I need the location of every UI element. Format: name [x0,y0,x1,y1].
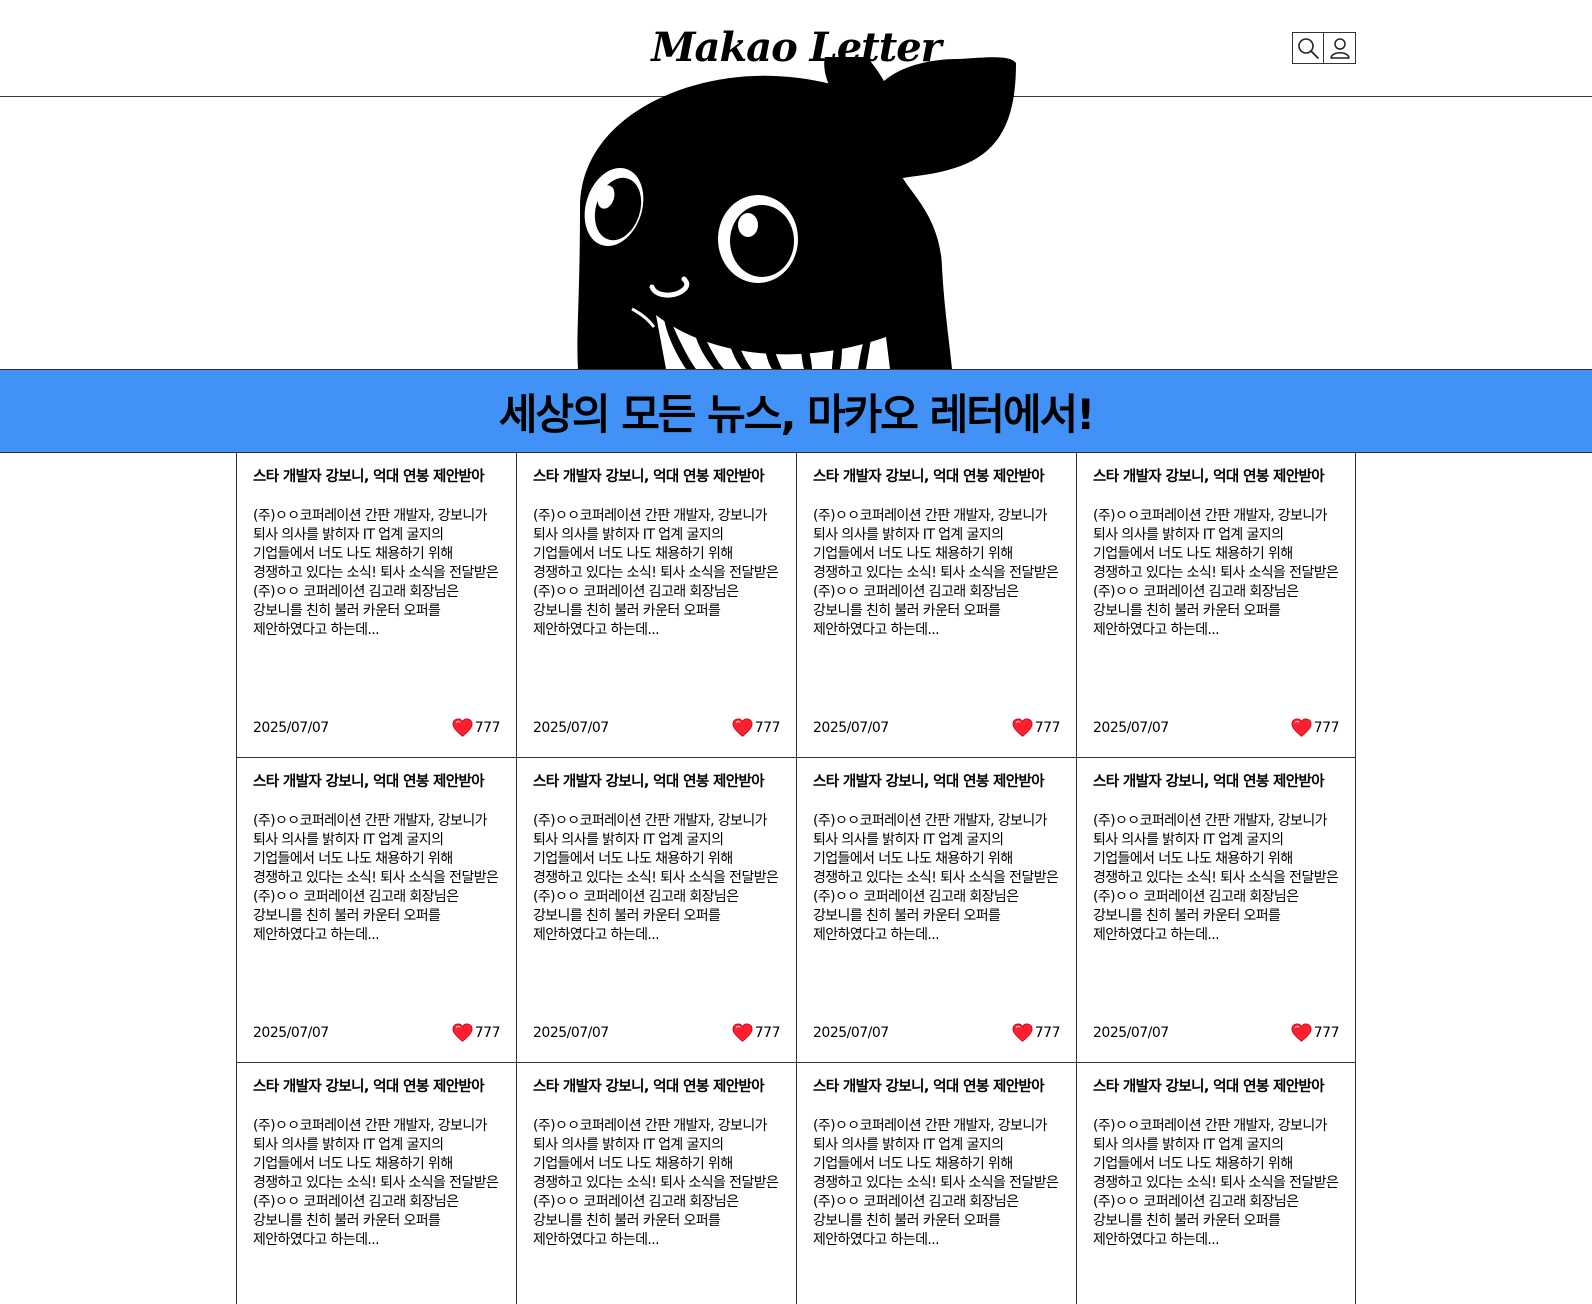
article-card[interactable]: 스타 개발자 강보니, 억대 연봉 제안받아 (주)ㅇㅇ코퍼레이션 간판 개발자,… [236,1063,516,1304]
article-footer: 2025/07/07 777 [253,717,501,739]
heart-icon [1291,1023,1312,1043]
article-title[interactable]: 스타 개발자 강보니, 억대 연봉 제안받아 [533,772,780,792]
article-card[interactable]: 스타 개발자 강보니, 억대 연봉 제안받아 (주)ㅇㅇ코퍼레이션 간판 개발자,… [1076,453,1356,758]
article-title[interactable]: 스타 개발자 강보니, 억대 연봉 제안받아 [253,1077,500,1097]
heart-icon [1012,718,1033,738]
hero-section [0,57,1592,369]
like-count: 777 [474,1025,501,1041]
article-date: 2025/07/07 [1093,720,1169,736]
search-icon [1298,38,1319,59]
like-count: 777 [1313,720,1340,736]
article-footer: 2025/07/07 777 [1093,717,1340,739]
article-title[interactable]: 스타 개발자 강보니, 억대 연봉 제안받아 [1093,467,1339,487]
like-count: 777 [1313,1025,1340,1041]
article-footer: 2025/07/07 777 [533,1022,781,1044]
article-card[interactable]: 스타 개발자 강보니, 억대 연봉 제안받아 (주)ㅇㅇ코퍼레이션 간판 개발자,… [236,453,516,758]
user-button[interactable] [1324,32,1356,64]
article-card[interactable]: 스타 개발자 강보니, 억대 연봉 제안받아 (주)ㅇㅇ코퍼레이션 간판 개발자,… [1076,758,1356,1063]
like-count: 777 [1034,1025,1061,1041]
article-title[interactable]: 스타 개발자 강보니, 억대 연봉 제안받아 [1093,1077,1339,1097]
article-footer: 2025/07/07 777 [813,1022,1061,1044]
article-title[interactable]: 스타 개발자 강보니, 억대 연봉 제안받아 [813,772,1060,792]
like-button[interactable]: 777 [732,1023,781,1043]
article-card[interactable]: 스타 개발자 강보니, 억대 연봉 제안받아 (주)ㅇㅇ코퍼레이션 간판 개발자,… [516,758,796,1063]
like-button[interactable]: 777 [452,718,501,738]
article-card[interactable]: 스타 개발자 강보니, 억대 연봉 제안받아 (주)ㅇㅇ코퍼레이션 간판 개발자,… [516,453,796,758]
article-footer: 2025/07/07 777 [533,717,781,739]
article-summary: (주)ㅇㅇ코퍼레이션 간판 개발자, 강보니가 퇴사 의사를 밝히자 IT 업계… [253,508,499,638]
article-date: 2025/07/07 [253,1025,329,1041]
like-count: 777 [1034,720,1061,736]
article-summary: (주)ㅇㅇ코퍼레이션 간판 개발자, 강보니가 퇴사 의사를 밝히자 IT 업계… [813,508,1059,638]
article-summary: (주)ㅇㅇ코퍼레이션 간판 개발자, 강보니가 퇴사 의사를 밝히자 IT 업계… [253,1118,499,1248]
heart-icon [1291,718,1312,738]
like-button[interactable]: 777 [1012,718,1061,738]
article-date: 2025/07/07 [533,720,609,736]
whale-mascot-icon [577,57,1016,369]
article-summary: (주)ㅇㅇ코퍼레이션 간판 개발자, 강보니가 퇴사 의사를 밝히자 IT 업계… [1093,813,1339,943]
article-card[interactable]: 스타 개발자 강보니, 억대 연봉 제안받아 (주)ㅇㅇ코퍼레이션 간판 개발자,… [796,453,1076,758]
article-summary: (주)ㅇㅇ코퍼레이션 간판 개발자, 강보니가 퇴사 의사를 밝히자 IT 업계… [1093,1118,1339,1248]
header-actions [1292,32,1356,64]
article-title[interactable]: 스타 개발자 강보니, 억대 연봉 제안받아 [533,467,780,487]
article-date: 2025/07/07 [1093,1025,1169,1041]
banner-headline: 세상의 모든 뉴스, 마카오 레터에서! [498,389,1096,439]
site-header: Makao Letter [0,0,1592,97]
article-summary: (주)ㅇㅇ코퍼레이션 간판 개발자, 강보니가 퇴사 의사를 밝히자 IT 업계… [533,1118,779,1248]
article-footer: 2025/07/07 777 [1093,1022,1340,1044]
like-button[interactable]: 777 [1291,1023,1340,1043]
article-summary: (주)ㅇㅇ코퍼레이션 간판 개발자, 강보니가 퇴사 의사를 밝히자 IT 업계… [813,1118,1059,1248]
like-count: 777 [474,720,501,736]
like-count: 777 [754,1025,781,1041]
article-date: 2025/07/07 [813,1025,889,1041]
like-count: 777 [754,720,781,736]
article-card[interactable]: 스타 개발자 강보니, 억대 연봉 제안받아 (주)ㅇㅇ코퍼레이션 간판 개발자,… [1076,1063,1356,1304]
article-card[interactable]: 스타 개발자 강보니, 억대 연봉 제안받아 (주)ㅇㅇ코퍼레이션 간판 개발자,… [236,758,516,1063]
article-title[interactable]: 스타 개발자 강보니, 억대 연봉 제안받아 [253,467,500,487]
article-summary: (주)ㅇㅇ코퍼레이션 간판 개발자, 강보니가 퇴사 의사를 밝히자 IT 업계… [1093,508,1339,638]
heart-icon [452,718,473,738]
like-button[interactable]: 777 [1012,1023,1061,1043]
article-summary: (주)ㅇㅇ코퍼레이션 간판 개발자, 강보니가 퇴사 의사를 밝히자 IT 업계… [813,813,1059,943]
article-title[interactable]: 스타 개발자 강보니, 억대 연봉 제안받아 [813,467,1060,487]
article-footer: 2025/07/07 777 [813,717,1061,739]
article-summary: (주)ㅇㅇ코퍼레이션 간판 개발자, 강보니가 퇴사 의사를 밝히자 IT 업계… [253,813,499,943]
article-card[interactable]: 스타 개발자 강보니, 억대 연봉 제안받아 (주)ㅇㅇ코퍼레이션 간판 개발자,… [796,1063,1076,1304]
heart-icon [452,1023,473,1043]
article-summary: (주)ㅇㅇ코퍼레이션 간판 개발자, 강보니가 퇴사 의사를 밝히자 IT 업계… [533,813,779,943]
article-title[interactable]: 스타 개발자 강보니, 억대 연봉 제안받아 [1093,772,1339,792]
like-button[interactable]: 777 [732,718,781,738]
article-date: 2025/07/07 [813,720,889,736]
article-card[interactable]: 스타 개발자 강보니, 억대 연봉 제안받아 (주)ㅇㅇ코퍼레이션 간판 개발자,… [516,1063,796,1304]
article-grid: 스타 개발자 강보니, 억대 연봉 제안받아 (주)ㅇㅇ코퍼레이션 간판 개발자,… [236,453,1356,1304]
heart-icon [732,718,753,738]
article-date: 2025/07/07 [253,720,329,736]
heart-icon [1012,1023,1033,1043]
like-button[interactable]: 777 [452,1023,501,1043]
article-card[interactable]: 스타 개발자 강보니, 억대 연봉 제안받아 (주)ㅇㅇ코퍼레이션 간판 개발자,… [796,758,1076,1063]
article-title[interactable]: 스타 개발자 강보니, 억대 연봉 제안받아 [253,772,500,792]
user-icon [1329,38,1350,59]
like-button[interactable]: 777 [1291,718,1340,738]
article-date: 2025/07/07 [533,1025,609,1041]
heart-icon [732,1023,753,1043]
article-footer: 2025/07/07 777 [253,1022,501,1044]
article-title[interactable]: 스타 개발자 강보니, 억대 연봉 제안받아 [813,1077,1060,1097]
headline-banner: 세상의 모든 뉴스, 마카오 레터에서! [0,369,1592,453]
article-title[interactable]: 스타 개발자 강보니, 억대 연봉 제안받아 [533,1077,780,1097]
article-summary: (주)ㅇㅇ코퍼레이션 간판 개발자, 강보니가 퇴사 의사를 밝히자 IT 업계… [533,508,779,638]
search-button[interactable] [1292,32,1324,64]
